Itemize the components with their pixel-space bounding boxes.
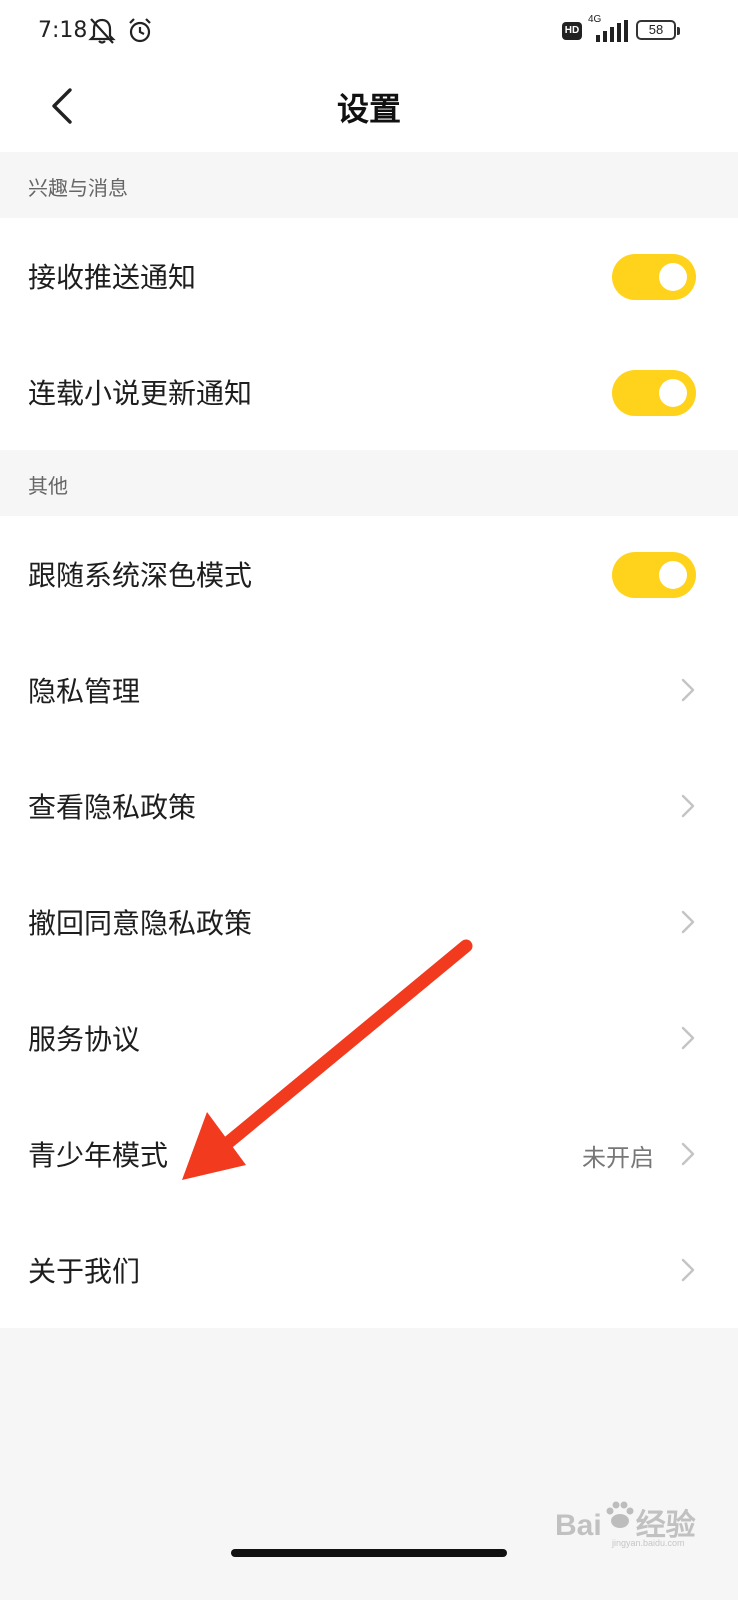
row-label: 服务协议 [28,1023,141,1056]
toggle-knob [659,379,687,407]
nav-header: 设置 [0,64,738,152]
row-label: 跟随系统深色模式 [28,559,253,592]
bell-off-icon [88,18,116,44]
watermark-brand: Bai [555,1509,602,1542]
empty-area [0,1330,738,1600]
chevron-right-icon [681,1142,695,1166]
chevron-right-icon [681,678,695,702]
chevron-right-icon [681,1258,695,1282]
settings-row-push-notifications[interactable]: 接收推送通知 [0,218,738,334]
chevron-right-icon [681,794,695,818]
settings-row-novel-update-notifications[interactable]: 连载小说更新通知 [0,334,738,450]
settings-row-privacy-management[interactable]: 隐私管理 [0,632,738,748]
hd-badge: HD [562,22,582,40]
section-title: 兴趣与消息 [28,176,128,200]
section-header-interests: 兴趣与消息 [0,152,738,218]
settings-row-view-privacy-policy[interactable]: 查看隐私政策 [0,748,738,864]
section-title: 其他 [28,474,68,498]
battery-tip [677,27,680,35]
novel-update-toggle[interactable] [612,370,696,416]
teen-mode-status: 未开启 [582,1144,654,1172]
dark-mode-toggle[interactable] [612,552,696,598]
row-label: 撤回同意隐私政策 [28,907,253,940]
alarm-icon [129,18,151,43]
settings-row-service-agreement[interactable]: 服务协议 [0,980,738,1096]
status-bar: 7:18 HD 4G 58 [0,0,738,64]
toggle-knob [659,561,687,589]
battery-indicator: 58 [636,20,676,40]
page-title: 设置 [336,90,401,128]
settings-row-teen-mode[interactable]: 青少年模式 未开启 [0,1096,738,1212]
push-notifications-toggle[interactable] [612,254,696,300]
status-time: 7:18 [38,18,88,43]
row-label: 青少年模式 [28,1139,169,1172]
signal-bars-icon [596,20,628,42]
paw-icon [606,1501,634,1528]
chevron-right-icon [681,910,695,934]
row-label: 连载小说更新通知 [28,377,253,410]
row-label: 关于我们 [28,1255,141,1288]
row-label: 接收推送通知 [28,261,197,294]
section-header-other: 其他 [0,450,738,516]
row-label: 隐私管理 [28,675,141,708]
home-indicator[interactable] [231,1549,507,1557]
settings-row-dark-mode[interactable]: 跟随系统深色模式 [0,516,738,632]
chevron-right-icon [681,1026,695,1050]
settings-row-about-us[interactable]: 关于我们 [0,1212,738,1328]
row-label: 查看隐私政策 [28,791,197,824]
toggle-knob [659,263,687,291]
settings-row-revoke-privacy-consent[interactable]: 撤回同意隐私政策 [0,864,738,980]
watermark-url: jingyan.baidu.com [612,1538,685,1548]
